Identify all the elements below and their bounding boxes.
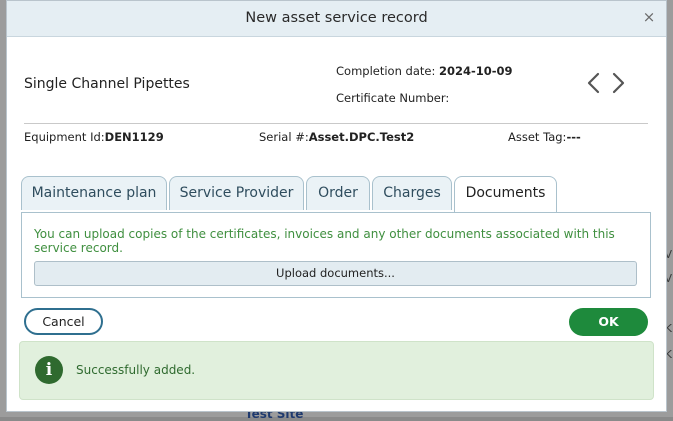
header-divider bbox=[24, 123, 648, 124]
asset-tag-label: Asset Tag: bbox=[508, 130, 567, 144]
serial-number-label: Serial #: bbox=[259, 130, 309, 144]
certificate-number: Certificate Number: bbox=[336, 91, 449, 105]
asset-tag: Asset Tag:--- bbox=[508, 130, 581, 144]
completion-date: Completion date: 2024-10-09 bbox=[336, 64, 513, 78]
equipment-id-value: DEN1129 bbox=[104, 130, 164, 144]
serial-number-value: Asset.DPC.Test2 bbox=[308, 130, 415, 144]
equipment-id: Equipment Id:DEN1129 bbox=[24, 130, 164, 144]
chevron-right-icon[interactable] bbox=[609, 71, 627, 95]
chevron-left-icon[interactable] bbox=[585, 71, 603, 95]
upload-documents-button[interactable]: Upload documents... bbox=[34, 261, 637, 286]
documents-panel: You can upload copies of the certificate… bbox=[21, 212, 651, 298]
completion-date-value: 2024-10-09 bbox=[438, 64, 513, 78]
dialog-titlebar: New asset service record × bbox=[7, 1, 666, 37]
asset-service-dialog: New asset service record × Single Channe… bbox=[6, 0, 667, 412]
success-notification: i Successfully added. bbox=[19, 341, 654, 400]
asset-name: Single Channel Pipettes bbox=[24, 76, 190, 92]
close-icon[interactable]: × bbox=[642, 10, 656, 25]
serial-number: Serial #:Asset.DPC.Test2 bbox=[259, 130, 414, 144]
completion-date-label: Completion date: bbox=[336, 64, 436, 78]
tab-documents[interactable]: Documents bbox=[454, 176, 557, 213]
documents-info-text: You can upload copies of the certificate… bbox=[34, 227, 615, 255]
cancel-button[interactable]: Cancel bbox=[24, 308, 103, 335]
certificate-number-label: Certificate Number: bbox=[336, 91, 450, 105]
tab-service-provider[interactable]: Service Provider bbox=[169, 176, 304, 210]
tab-maintenance-plan[interactable]: Maintenance plan bbox=[21, 176, 167, 210]
ok-button[interactable]: OK bbox=[569, 308, 648, 336]
success-message: Successfully added. bbox=[76, 363, 196, 377]
tab-charges[interactable]: Charges bbox=[372, 176, 452, 210]
info-icon: i bbox=[35, 356, 63, 384]
asset-tag-value: --- bbox=[566, 130, 581, 144]
tab-order[interactable]: Order bbox=[306, 176, 370, 210]
dialog-title: New asset service record bbox=[245, 10, 428, 26]
equipment-id-label: Equipment Id: bbox=[24, 130, 105, 144]
